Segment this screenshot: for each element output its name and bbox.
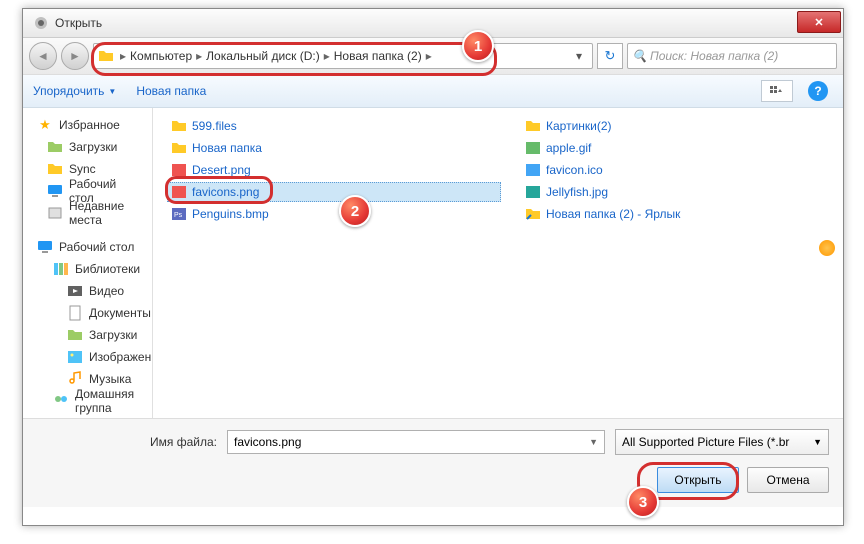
file-item[interactable]: Картинки(2) xyxy=(521,116,829,136)
close-button[interactable]: ✕ xyxy=(797,11,841,33)
folder-icon xyxy=(525,118,541,134)
sidebar-videos[interactable]: Видео xyxy=(23,280,152,302)
sidebar-downloads2[interactable]: Загрузки xyxy=(23,324,152,346)
annotation-marker-3: 3 xyxy=(627,486,659,518)
file-item[interactable]: Новая папка xyxy=(167,138,475,158)
sidebar-pictures[interactable]: Изображения xyxy=(23,346,152,368)
image-icon xyxy=(525,184,541,200)
sidebar-favorites[interactable]: ★Избранное xyxy=(23,114,152,136)
organize-menu[interactable]: Упорядочить▼ xyxy=(33,84,116,98)
annotation-marker-2: 2 xyxy=(339,195,371,227)
file-list: 599.files Новая папка Desert.png favicon… xyxy=(153,108,843,418)
document-icon xyxy=(67,305,83,321)
breadcrumb-seg[interactable]: Локальный диск (D:) xyxy=(204,49,322,63)
decoration-icon xyxy=(819,240,835,256)
file-item[interactable]: Jellyfish.jpg xyxy=(521,182,829,202)
body: ★Избранное Загрузки Sync Рабочий стол Не… xyxy=(23,108,843,418)
chevron-right-icon: ▸ xyxy=(118,49,128,63)
file-item-selected[interactable]: favicons.png xyxy=(167,182,501,202)
file-column: 599.files Новая папка Desert.png favicon… xyxy=(167,116,501,410)
open-button[interactable]: Открыть xyxy=(657,467,739,493)
recent-icon xyxy=(47,205,63,221)
new-folder-button[interactable]: Новая папка xyxy=(136,84,206,98)
breadcrumb-seg[interactable]: Новая папка (2) xyxy=(332,49,424,63)
homegroup-icon xyxy=(53,393,69,409)
file-item[interactable]: Desert.png xyxy=(167,160,475,180)
breadcrumb-seg[interactable]: Компьютер xyxy=(128,49,194,63)
star-icon: ★ xyxy=(37,117,53,133)
image-icon: Ps xyxy=(171,206,187,222)
video-icon xyxy=(67,283,83,299)
folder-icon xyxy=(67,327,83,343)
sidebar-downloads[interactable]: Загрузки xyxy=(23,136,152,158)
svg-text:Ps: Ps xyxy=(174,212,183,219)
button-row: Открыть Отмена xyxy=(37,467,829,493)
refresh-button[interactable]: ↻ xyxy=(597,43,623,69)
filename-row: Имя файла: favicons.png▼ All Supported P… xyxy=(37,429,829,455)
chevron-down-icon: ▼ xyxy=(813,437,822,447)
music-icon xyxy=(67,371,83,387)
help-button[interactable]: ? xyxy=(808,81,828,101)
annotation-marker-1: 1 xyxy=(462,30,494,62)
sidebar-homegroup[interactable]: Домашняя группа xyxy=(23,390,152,412)
desktop-icon xyxy=(37,239,53,255)
folder-icon xyxy=(47,139,63,155)
image-icon xyxy=(525,140,541,156)
file-item[interactable]: favicon.ico xyxy=(521,160,829,180)
sidebar: ★Избранное Загрузки Sync Рабочий стол Не… xyxy=(23,108,153,418)
back-button[interactable]: ◄ xyxy=(29,42,57,70)
folder-icon xyxy=(98,48,114,64)
forward-button[interactable]: ► xyxy=(61,42,89,70)
desktop-icon xyxy=(47,183,63,199)
file-item[interactable]: 599.files xyxy=(167,116,475,136)
pictures-icon xyxy=(67,349,83,365)
chevron-down-icon: ▼ xyxy=(108,87,116,96)
sidebar-recent[interactable]: Недавние места xyxy=(23,202,152,224)
filename-input[interactable]: favicons.png▼ xyxy=(227,430,605,454)
search-icon: 🔍 xyxy=(632,49,646,63)
folder-icon xyxy=(47,161,63,177)
app-icon xyxy=(33,15,49,31)
folder-icon xyxy=(171,118,187,134)
bottom-panel: Имя файла: favicons.png▼ All Supported P… xyxy=(23,418,843,507)
chevron-right-icon: ▸ xyxy=(194,49,204,63)
chevron-right-icon: ▸ xyxy=(322,49,332,63)
search-placeholder: Поиск: Новая папка (2) xyxy=(650,49,778,63)
chevron-right-icon: ▸ xyxy=(424,49,434,63)
cancel-button[interactable]: Отмена xyxy=(747,467,829,493)
search-input[interactable]: 🔍 Поиск: Новая папка (2) xyxy=(627,43,837,69)
address-bar[interactable]: ▸ Компьютер ▸ Локальный диск (D:) ▸ Нова… xyxy=(93,43,593,69)
shortcut-icon xyxy=(525,206,541,222)
file-item[interactable]: Новая папка (2) - Ярлык xyxy=(521,204,829,224)
file-item[interactable]: PsPenguins.bmp xyxy=(167,204,475,224)
file-column: Картинки(2) apple.gif favicon.ico Jellyf… xyxy=(521,116,829,410)
filetype-select[interactable]: All Supported Picture Files (*.br▼ xyxy=(615,429,829,455)
sidebar-desktop2[interactable]: Рабочий стол xyxy=(23,236,152,258)
chevron-down-icon[interactable]: ▼ xyxy=(589,437,598,447)
sidebar-documents[interactable]: Документы xyxy=(23,302,152,324)
titlebar: Открыть ✕ xyxy=(23,9,843,38)
filename-label: Имя файла: xyxy=(37,435,217,449)
address-dropdown[interactable]: ▾ xyxy=(570,49,588,63)
folder-icon xyxy=(171,140,187,156)
window-title: Открыть xyxy=(55,16,102,30)
view-options[interactable] xyxy=(761,80,793,102)
image-icon xyxy=(171,162,187,178)
image-icon xyxy=(171,184,187,200)
navbar: ◄ ► ▸ Компьютер ▸ Локальный диск (D:) ▸ … xyxy=(23,38,843,75)
file-item[interactable]: apple.gif xyxy=(521,138,829,158)
open-dialog: Открыть ✕ ◄ ► ▸ Компьютер ▸ Локальный ди… xyxy=(22,8,844,526)
sidebar-libraries[interactable]: Библиотеки xyxy=(23,258,152,280)
toolbar: Упорядочить▼ Новая папка ? xyxy=(23,75,843,108)
libraries-icon xyxy=(53,261,69,277)
image-icon xyxy=(525,162,541,178)
